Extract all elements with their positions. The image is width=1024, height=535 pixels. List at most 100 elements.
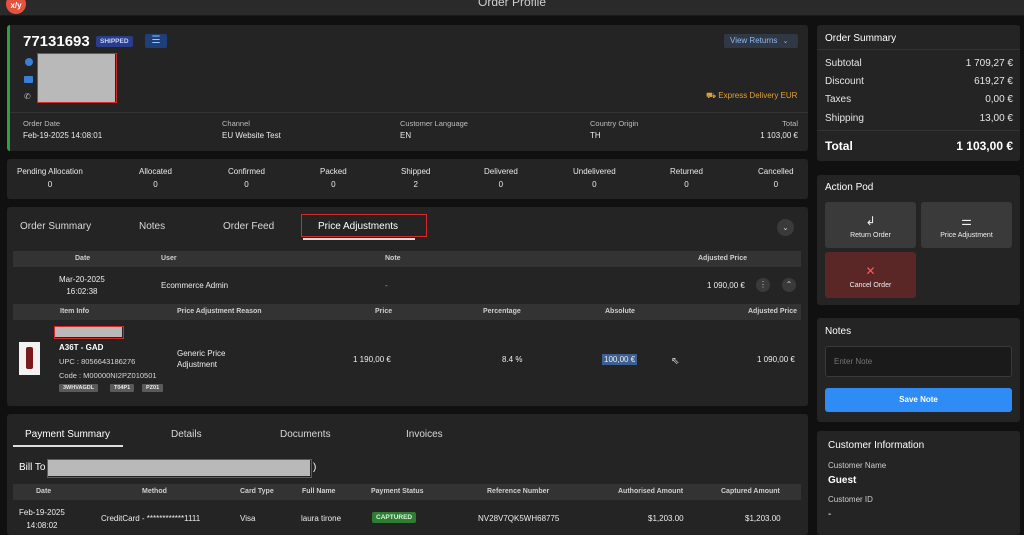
meta-country: Country Origin TH: [590, 119, 638, 140]
status-count-confirmed: Confirmed 0: [228, 167, 265, 189]
customer-title: Customer Information: [828, 440, 925, 451]
tab-notes[interactable]: Notes: [139, 221, 165, 232]
summary-subtotal: Subtotal 1 709,27 €: [825, 58, 1013, 69]
return-order-label: Return Order: [850, 232, 891, 239]
price-adjustment-label: Price Adjustment: [940, 232, 993, 239]
status-value: 0: [592, 180, 597, 189]
summary-value: 619,27 €: [974, 76, 1013, 87]
tab-invoices[interactable]: Invoices: [406, 429, 443, 440]
col-pay-date: Date: [36, 488, 52, 495]
cancel-order-button[interactable]: ✕ Cancel Order: [825, 252, 916, 298]
save-note-button[interactable]: Save Note: [825, 388, 1012, 412]
payment-panel: Payment Summary Details Documents Invoic…: [7, 414, 808, 535]
summary-value: 0,00 €: [985, 94, 1013, 105]
order-summary-title: Order Summary: [825, 33, 897, 44]
payment-authorised: $1,203.00: [648, 514, 684, 523]
status-count-packed: Packed 0: [320, 167, 347, 189]
tab-payment-summary[interactable]: Payment Summary: [25, 429, 110, 440]
status-label: Returned: [670, 167, 703, 176]
status-count-allocated: Allocated 0: [139, 167, 172, 189]
status-label: Packed: [320, 167, 347, 176]
meta-language: Customer Language EN: [400, 119, 468, 140]
tab-order-summary[interactable]: Order Summary: [20, 221, 91, 232]
phone-icon: ✆: [24, 92, 31, 101]
chevron-up-icon[interactable]: ⌃: [782, 278, 796, 292]
return-order-button[interactable]: ↲ Return Order: [825, 202, 916, 248]
status-value: 2: [413, 180, 418, 189]
meta-channel: Channel EU Website Test: [222, 119, 281, 140]
item-name: A36T - GAD: [59, 343, 104, 352]
col-adjusted-price: Adjusted Price: [697, 255, 747, 262]
meta-label: Total: [782, 119, 798, 128]
delivery-label: Express Delivery EUR: [718, 91, 798, 100]
window-titlebar: x/y Order Profile: [0, 0, 1024, 16]
summary-label: Subtotal: [825, 58, 862, 69]
col-captured: Captured Amount: [721, 488, 780, 495]
view-returns-label: View Returns: [730, 36, 778, 45]
items-header-row: Item Info Price Adjustment Reason Price …: [13, 304, 801, 320]
item-tag: PZ01: [142, 384, 164, 392]
menu-icon[interactable]: ☰: [145, 34, 167, 48]
date-text: Mar-20-2025: [59, 275, 105, 284]
col-price: Price: [375, 308, 393, 315]
customer-name-label: Customer Name: [828, 461, 887, 470]
status-count-undelivered: Undelivered 0: [573, 167, 616, 189]
meta-value: EN: [400, 131, 412, 140]
summary-total-divider: [817, 130, 1020, 131]
col-user: User: [161, 255, 177, 262]
item-percentage: 8.4 %: [502, 355, 523, 364]
adjustment-note: -: [385, 281, 388, 290]
captured-badge: CAPTURED: [372, 512, 417, 523]
delivery-method: ⛟ Express Delivery EUR: [706, 91, 797, 101]
status-value: 0: [773, 180, 779, 189]
order-tabs-panel: Order Summary Notes Order Feed Price Adj…: [7, 207, 808, 406]
status-count-delivered: Delivered 0: [484, 167, 518, 189]
tab-details[interactable]: Details: [171, 429, 202, 440]
payment-card: Visa: [240, 514, 256, 523]
item-absolute[interactable]: 100,00 €: [602, 354, 638, 365]
sliders-icon: ⚌: [961, 214, 972, 228]
more-options-button[interactable]: ⋮: [756, 278, 770, 292]
status-count-returned: Returned 0: [670, 167, 703, 189]
tab-order-feed[interactable]: Order Feed: [223, 221, 274, 232]
item-tag: T04P1: [110, 384, 135, 392]
item-tag: 3WHVAGDL: [59, 384, 99, 392]
payment-date: Feb-19-2025 14:08:02: [19, 506, 65, 532]
summary-value: 13,00 €: [979, 113, 1013, 124]
note-input[interactable]: [825, 346, 1012, 377]
col-percentage: Percentage: [483, 308, 521, 315]
meta-total: Total 1 103,00 €: [760, 119, 798, 140]
meta-label: Order Date: [23, 119, 61, 128]
status-counts-panel: Pending Allocation 0 Allocated 0 Confirmed 0 P…: [7, 159, 808, 199]
col-method: Method: [142, 488, 167, 495]
meta-value: EU Website Test: [222, 131, 281, 140]
view-returns-button[interactable]: View Returns ⌄: [724, 34, 798, 48]
time-text: 14:08:02: [26, 521, 58, 530]
user-icon: [25, 58, 33, 66]
status-count-cancelled: Cancelled 0: [758, 167, 794, 189]
payment-header-row: Date Method Card Type Full Name Payment …: [13, 484, 801, 500]
summary-total-value: 1 103,00 €: [956, 139, 1013, 153]
col-note: Note: [385, 255, 401, 262]
redaction-highlight: [47, 459, 312, 478]
payment-reference: NV28V7QK5WH68775: [478, 514, 560, 523]
customer-id-label: Customer ID: [828, 495, 873, 504]
notes-title: Notes: [825, 326, 852, 337]
col-date: Date: [75, 255, 91, 262]
summary-label: Shipping: [825, 113, 864, 124]
price-adjustment-button[interactable]: ⚌ Price Adjustment: [921, 202, 1012, 248]
tab-documents[interactable]: Documents: [280, 429, 331, 440]
summary-taxes: Taxes 0,00 €: [825, 94, 1013, 105]
status-value: 0: [331, 180, 336, 189]
status-label: Shipped: [401, 167, 431, 176]
customer-id-value: -: [828, 509, 832, 520]
meta-label: Customer Language: [400, 119, 468, 128]
close-icon: ✕: [865, 264, 876, 278]
item-code: Code : M00000NI2PZ010501: [59, 371, 157, 380]
collapse-button[interactable]: ⌄: [777, 219, 794, 236]
status-value: 0: [47, 180, 53, 189]
meta-label: Country Origin: [590, 119, 639, 128]
truck-icon: ⛟: [706, 91, 719, 100]
tab-active-underline: [13, 445, 123, 447]
mouse-cursor-icon: ⇖: [671, 356, 680, 367]
